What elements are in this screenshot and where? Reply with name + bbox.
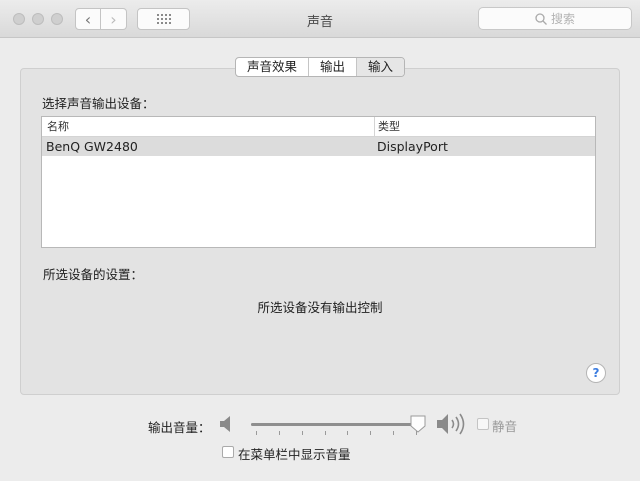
column-header-type[interactable]: 类型 bbox=[378, 117, 400, 136]
search-placeholder: 搜索 bbox=[550, 12, 575, 26]
mute-label: 静音 bbox=[492, 419, 518, 434]
device-type: DisplayPort bbox=[377, 139, 448, 154]
volume-slider-thumb[interactable] bbox=[410, 415, 426, 433]
search-icon bbox=[535, 12, 547, 25]
volume-tick bbox=[256, 431, 257, 435]
tab-bar: 声音效果 输出 输入 bbox=[235, 57, 406, 77]
speaker-low-icon bbox=[220, 416, 230, 432]
table-row[interactable]: BenQ GW2480 DisplayPort bbox=[42, 137, 595, 156]
tab-input[interactable]: 输入 bbox=[357, 58, 405, 76]
speaker-high-icon bbox=[437, 413, 465, 435]
volume-tick bbox=[278, 431, 280, 435]
volume-slider-track[interactable] bbox=[251, 423, 421, 426]
question-mark-icon: ? bbox=[592, 366, 600, 380]
title-bar: ‹ › 声音 搜索 bbox=[0, 0, 640, 38]
volume-tick bbox=[324, 431, 326, 435]
select-device-label: 选择声音输出设备： bbox=[42, 96, 155, 111]
mute-checkbox[interactable] bbox=[477, 418, 489, 430]
volume-label: 输出音量： bbox=[148, 420, 211, 435]
table-header: 名称 类型 bbox=[42, 117, 595, 137]
tab-sound-effects[interactable]: 声音效果 bbox=[236, 58, 310, 76]
column-divider bbox=[374, 117, 375, 136]
device-name: BenQ GW2480 bbox=[46, 139, 138, 154]
show-volume-in-menubar-label: 在菜单栏中显示音量 bbox=[238, 447, 351, 462]
device-table[interactable]: 名称 类型 BenQ GW2480 DisplayPort bbox=[41, 116, 596, 248]
volume-tick bbox=[347, 431, 349, 435]
volume-tick bbox=[393, 431, 395, 435]
volume-tick bbox=[301, 431, 303, 435]
volume-slider-fill bbox=[251, 423, 421, 426]
show-volume-in-menubar-checkbox[interactable] bbox=[222, 446, 234, 458]
no-control-message: 所选设备没有输出控制 bbox=[257, 300, 383, 315]
help-button[interactable]: ? bbox=[586, 363, 606, 383]
volume-tick bbox=[370, 431, 372, 435]
search-field[interactable]: 搜索 bbox=[478, 7, 632, 30]
settings-label: 所选设备的设置： bbox=[43, 267, 144, 282]
column-header-name[interactable]: 名称 bbox=[47, 117, 69, 136]
tab-output[interactable]: 输出 bbox=[309, 58, 358, 76]
